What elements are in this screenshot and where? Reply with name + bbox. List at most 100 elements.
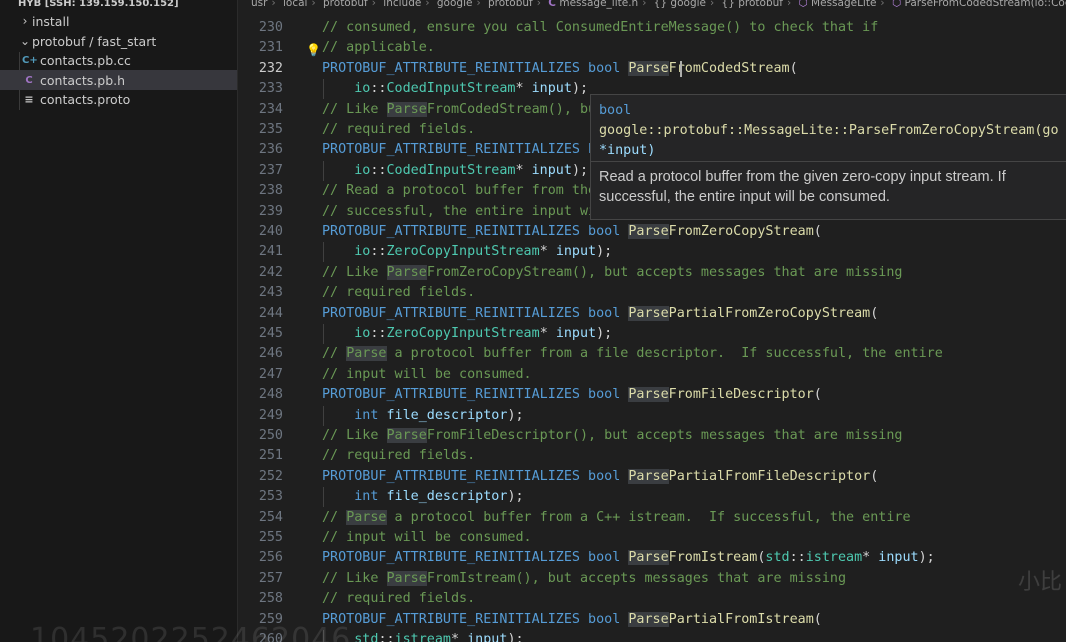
code-line[interactable]: 256 PROTOBUF_ATTRIBUTE_REINITIALIZES bool…: [239, 548, 1066, 568]
line-number: 243: [258, 285, 283, 301]
line-number: 240: [258, 224, 283, 239]
code-text: PROTOBUF_ATTRIBUTE_REINITIALIZES bool Pa…: [322, 224, 822, 239]
code-line[interactable]: 230 // consumed, ensure you call Consumed…: [239, 18, 1066, 38]
code-line[interactable]: 257 // Like ParseFromIstream(), but accep…: [239, 569, 1066, 589]
line-number: 248: [258, 387, 283, 403]
line-number: 238: [258, 183, 283, 199]
line-number: 249: [258, 407, 283, 423]
lightbulb-icon[interactable]: 💡: [306, 40, 321, 60]
code-text: PROTOBUF_ATTRIBUTE_REINITIALIZES bool Pa…: [322, 611, 822, 627]
c-header-file-icon: C: [25, 74, 33, 86]
hover-tooltip: bool google::protobuf::MessageLite::Pars…: [590, 94, 1066, 220]
line-number: 239: [258, 203, 283, 219]
hover-divider: [591, 161, 1066, 162]
line-number: 234: [258, 101, 283, 117]
explorer-sidebar: HYB [SSH: 139.159.150.152] › install ⌄ p…: [0, 0, 238, 642]
line-number: 237: [258, 162, 283, 178]
line-number: 256: [258, 550, 283, 566]
code-line[interactable]: 231 💡// applicable.: [239, 38, 1066, 58]
code-text: // applicable.: [322, 40, 435, 56]
breadcrumb-item[interactable]: message_lite.h: [559, 0, 638, 9]
cpp-file-icon: C+: [22, 54, 38, 66]
tree-file-contacts-pb-cc[interactable]: C+ contacts.pb.cc: [0, 50, 237, 70]
code-line[interactable]: 252 PROTOBUF_ATTRIBUTE_REINITIALIZES bool…: [239, 467, 1066, 487]
tree-file-contacts-pb-h[interactable]: C contacts.pb.h: [0, 70, 237, 90]
code-line[interactable]: 248 PROTOBUF_ATTRIBUTE_REINITIALIZES bool…: [239, 385, 1066, 405]
line-number: 251: [258, 448, 283, 464]
breadcrumb-item[interactable]: {} google: [654, 0, 706, 9]
code-text: // Like ParseFromIstream(), but accepts …: [322, 570, 847, 586]
breadcrumb-item[interactable]: local: [283, 0, 307, 9]
code-text: PROTOBUF_ATTRIBUTE_REINITIALIZES bool Pa…: [322, 305, 879, 321]
tree-item-label: contacts.proto: [40, 91, 131, 107]
code-line[interactable]: 247 // input will be consumed.: [239, 365, 1066, 385]
code-text: PROTOBUF_ATTRIBUTE_REINITIALIZES bool Pa…: [322, 550, 935, 566]
breadcrumb-item[interactable]: protobuf: [488, 0, 533, 9]
code-text: std::istream* input);: [354, 632, 524, 642]
code-text: int file_descriptor);: [354, 407, 524, 423]
code-line[interactable]: 249 int file_descriptor);: [239, 405, 1066, 426]
breadcrumb-item[interactable]: usr: [251, 0, 267, 9]
line-number: 246: [258, 346, 283, 362]
code-line[interactable]: 245 io::ZeroCopyInputStream* input);: [239, 324, 1066, 344]
breadcrumb-item[interactable]: google: [437, 0, 473, 9]
line-number: 245: [258, 326, 283, 341]
breadcrumb-item[interactable]: protobuf: [323, 0, 368, 9]
watermark-text: 小比: [1018, 570, 1063, 595]
line-number: 231: [258, 40, 283, 56]
code-line[interactable]: 253 int file_descriptor);: [239, 487, 1066, 508]
c-header-file-icon: C: [548, 0, 556, 9]
code-line[interactable]: 254 // Parse a protocol buffer from a C++…: [239, 508, 1066, 528]
code-text: io::ZeroCopyInputStream* input);: [354, 326, 613, 341]
tree-item-label: protobuf / fast_start: [32, 33, 157, 49]
code-text: io::CodedInputStream* input);: [354, 162, 589, 178]
watermark-number: 1045202252462046: [30, 622, 352, 642]
tree-file-contacts-proto[interactable]: ≡ contacts.proto: [0, 89, 237, 109]
tree-folder-fast-start[interactable]: ⌄ protobuf / fast_start: [0, 31, 237, 51]
code-line[interactable]: 243 // required fields.: [239, 283, 1066, 303]
tree-folder-install[interactable]: › install: [0, 11, 237, 31]
line-number: 254: [258, 509, 283, 525]
code-line[interactable]: 250 // Like ParseFromFileDescriptor(), bu…: [239, 426, 1066, 446]
hover-documentation: Read a protocol buffer from the given ze…: [599, 169, 1006, 205]
tree-item-label: contacts.pb.cc: [40, 52, 131, 68]
code-line[interactable]: 258 // required fields.: [239, 589, 1066, 609]
code-text: PROTOBUF_ATTRIBUTE_REINITIALIZES bool Pa…: [322, 468, 879, 484]
code-line[interactable]: 241 io::ZeroCopyInputStream* input);: [239, 242, 1066, 263]
breadcrumb: usr › local › protobuf › include › google › p…: [239, 0, 1066, 12]
breadcrumb-item[interactable]: MessageLite: [811, 0, 876, 9]
code-text: // required fields.: [322, 122, 476, 137]
line-number: 257: [258, 570, 283, 586]
code-line[interactable]: 255 // input will be consumed.: [239, 528, 1066, 548]
tree-item-label: contacts.pb.h: [40, 72, 126, 88]
line-number: 253: [258, 489, 283, 505]
hover-sig-qualified-name: google::protobuf::MessageLite::ParseFrom…: [599, 123, 1059, 138]
code-text: // required fields.: [322, 448, 476, 464]
breadcrumb-item[interactable]: include: [383, 0, 421, 9]
code-line[interactable]: 242 // Like ParseFromZeroCopyStream(), bu…: [239, 263, 1066, 283]
line-number: 233: [258, 81, 283, 97]
code-line[interactable]: 259 PROTOBUF_ATTRIBUTE_REINITIALIZES bool…: [239, 610, 1066, 630]
code-line[interactable]: 251 // required fields.: [239, 446, 1066, 466]
line-number: 241: [258, 244, 283, 260]
text-file-icon: ≡: [24, 92, 34, 106]
line-number: 244: [258, 305, 283, 321]
tree-item-label: install: [32, 13, 70, 29]
code-line[interactable]: 260 std::istream* input);: [239, 630, 1066, 642]
breadcrumb-item[interactable]: {} protobuf: [722, 0, 783, 9]
code-line[interactable]: 240 PROTOBUF_ATTRIBUTE_REINITIALIZES bool…: [239, 222, 1066, 242]
line-number: 252: [258, 468, 283, 484]
code-line[interactable]: 232 PROTOBUF_ATTRIBUTE_REINITIALIZES bool…: [239, 59, 1066, 79]
line-number: 236: [258, 142, 283, 158]
code-line[interactable]: 244 PROTOBUF_ATTRIBUTE_REINITIALIZES bool…: [239, 304, 1066, 324]
code-line[interactable]: 246 // Parse a protocol buffer from a fil…: [239, 344, 1066, 364]
hover-sig-return-type: bool: [599, 103, 632, 118]
line-number: 232: [258, 60, 283, 76]
code-text: io::CodedInputStream* input);: [354, 81, 589, 97]
breadcrumb-item[interactable]: ParseFromCodedStream(io::Code: [904, 0, 1066, 9]
line-number: 250: [258, 428, 283, 443]
line-number: 235: [258, 122, 283, 137]
code-text: io::ZeroCopyInputStream* input);: [354, 244, 613, 260]
line-number: 255: [258, 530, 283, 545]
code-text: // Parse a protocol buffer from a file d…: [322, 346, 943, 362]
